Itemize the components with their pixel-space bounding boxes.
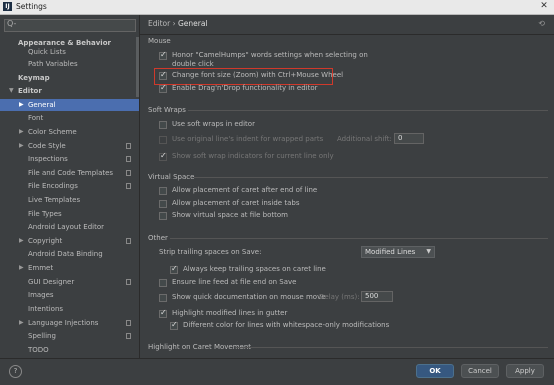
drag-drop-checkbox[interactable] (159, 83, 167, 93)
section-divider (170, 238, 548, 239)
sidebar-scrollbar[interactable] (136, 37, 139, 97)
virtual-space-bottom-checkbox[interactable] (159, 212, 167, 220)
section-other: Other (148, 234, 168, 242)
sidebar-item-editor[interactable]: ▼ Editor (0, 85, 139, 97)
chevron-right-icon: ▶ (19, 319, 24, 326)
window-title: Settings (16, 2, 47, 11)
project-icon (126, 156, 131, 162)
app-icon: IJ (3, 2, 12, 11)
caret-inside-tabs-checkbox[interactable] (159, 200, 167, 208)
settings-sidebar: Q- Appearance & Behavior Quick Lists Pat… (0, 15, 140, 358)
sidebar-item-file-encodings[interactable]: File Encodings (0, 180, 139, 192)
ok-button[interactable]: OK (416, 364, 454, 378)
chevron-down-icon: ▼ (426, 248, 431, 255)
show-wrap-indicators-checkbox[interactable] (159, 151, 167, 161)
title-bar: IJ Settings ✕ (0, 0, 554, 15)
apply-button[interactable]: Apply (506, 364, 544, 378)
original-indent-checkbox[interactable] (159, 136, 167, 144)
breadcrumb-parent: Editor (148, 19, 171, 28)
caret-after-eol-checkbox[interactable] (159, 187, 167, 195)
sidebar-item-android-layout-editor[interactable]: Android Layout Editor (0, 221, 139, 233)
project-icon (126, 170, 131, 176)
line-feed-checkbox[interactable] (159, 279, 167, 287)
header-divider (140, 34, 554, 35)
delay-input[interactable]: 500 (361, 291, 393, 302)
sidebar-item-todo[interactable]: TODO (0, 344, 139, 356)
project-icon (126, 238, 131, 244)
search-icon: Q- (7, 19, 17, 28)
cancel-button[interactable]: Cancel (461, 364, 499, 378)
close-icon[interactable]: ✕ (538, 1, 550, 12)
camel-humps-checkbox[interactable] (159, 50, 167, 60)
project-icon (126, 320, 131, 326)
chevron-right-icon: ▶ (19, 101, 24, 108)
sidebar-item-file-code-templates[interactable]: File and Code Templates (0, 167, 139, 179)
project-icon (126, 183, 131, 189)
breadcrumb: Editor › General (148, 19, 208, 28)
chevron-right-icon: ▶ (19, 264, 24, 271)
sidebar-item-android-data-binding[interactable]: Android Data Binding (0, 248, 139, 260)
section-divider (236, 347, 548, 348)
search-input[interactable]: Q- (4, 19, 136, 32)
reset-icon[interactable]: ⟲ (538, 19, 545, 28)
sidebar-item-language-injections[interactable]: ▶ Language Injections (0, 317, 139, 329)
help-icon[interactable]: ? (9, 365, 22, 378)
sidebar-item-general[interactable]: ▶ General (0, 99, 139, 111)
breadcrumb-current: General (177, 19, 208, 28)
breadcrumb-separator: › (172, 19, 176, 28)
sidebar-item-copyright[interactable]: ▶ Copyright (0, 235, 139, 247)
section-divider (194, 177, 548, 178)
zoom-checkbox[interactable] (159, 70, 167, 80)
keep-trailing-checkbox[interactable] (170, 264, 178, 274)
sidebar-item-emmet[interactable]: ▶ Emmet (0, 262, 139, 274)
additional-shift-input[interactable]: 0 (394, 133, 424, 144)
sidebar-item-path-variables[interactable]: Path Variables (0, 58, 139, 70)
settings-content: Editor › General ⟲ Mouse Honor "CamelHum… (140, 15, 554, 358)
section-soft-wraps: Soft Wraps (148, 106, 186, 114)
diff-color-checkbox[interactable] (170, 320, 178, 330)
project-icon (126, 333, 131, 339)
sidebar-item-live-templates[interactable]: Live Templates (0, 194, 139, 206)
sidebar-item-color-scheme[interactable]: ▶ Color Scheme (0, 126, 139, 138)
sidebar-item-code-style[interactable]: ▶ Code Style (0, 140, 139, 152)
chevron-right-icon: ▶ (19, 128, 24, 135)
project-icon (126, 143, 131, 149)
chevron-right-icon: ▶ (19, 142, 24, 149)
delay-label: Delay (ms): (319, 293, 360, 301)
dialog-footer: ? OK Cancel Apply (0, 358, 554, 385)
section-mouse: Mouse (148, 37, 171, 45)
highlight-gutter-checkbox[interactable] (159, 308, 167, 318)
sidebar-item-intentions[interactable]: Intentions (0, 303, 139, 315)
section-virtual-space: Virtual Space (148, 173, 195, 181)
chevron-down-icon: ▼ (9, 87, 14, 94)
sidebar-item-file-types[interactable]: File Types (0, 208, 139, 220)
strip-trailing-select[interactable]: Modified Lines ▼ (361, 246, 435, 258)
additional-shift-label: Additional shift: (337, 135, 392, 143)
sidebar-item-quick-lists[interactable]: Quick Lists (0, 46, 139, 58)
sidebar-item-inspections[interactable]: Inspections (0, 153, 139, 165)
sidebar-item-gui-designer[interactable]: GUI Designer (0, 276, 139, 288)
section-divider (188, 110, 548, 111)
project-icon (126, 279, 131, 285)
sidebar-item-keymap[interactable]: Keymap (0, 72, 139, 84)
strip-trailing-label: Strip trailing spaces on Save: (159, 248, 262, 256)
quick-doc-checkbox[interactable] (159, 294, 167, 302)
chevron-right-icon: ▶ (19, 237, 24, 244)
sidebar-item-font[interactable]: Font (0, 112, 139, 124)
sidebar-item-spelling[interactable]: Spelling (0, 330, 139, 342)
use-soft-wraps-checkbox[interactable] (159, 121, 167, 129)
sidebar-item-images[interactable]: Images (0, 289, 139, 301)
